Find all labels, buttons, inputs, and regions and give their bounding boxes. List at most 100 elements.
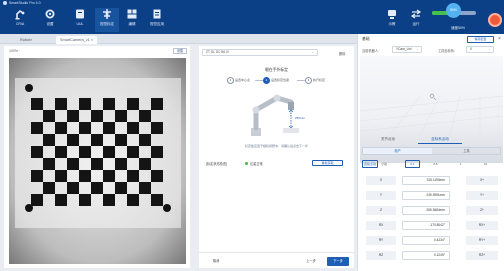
cancel-button[interactable]: 取消 [213, 258, 219, 263]
ry-minus-button[interactable]: RY [366, 236, 396, 245]
module-icon [76, 9, 84, 19]
robot-field-label: 当前机器人： [362, 49, 382, 53]
step-option[interactable]: 1 [453, 160, 468, 168]
step-connector [297, 80, 305, 81]
capture-button[interactable]: 采集 [173, 48, 187, 54]
rx-value: -170.8042° [402, 221, 450, 230]
continuous-jog-button[interactable]: 连续点动 [362, 160, 378, 168]
step-size-row: 连续点动 寸动 0.1 0.5 1 10 [362, 160, 501, 168]
tool-select[interactable]: 0 ⌄ [466, 46, 494, 53]
wizard-note: 标定板应置于相机视野中，请确认后点击下一步 [244, 144, 308, 148]
camera-panel: 100% · 采集 [4, 46, 190, 268]
toolbar-button-settings[interactable]: 设置 [38, 8, 62, 32]
ry-plus-button[interactable]: RY+ [466, 236, 498, 245]
x-plus-button[interactable]: X+ [466, 176, 498, 185]
app-logo-icon [3, 1, 7, 6]
config-select[interactable]: ZT GL DC B6 IV ⌄ [202, 49, 318, 56]
axis-row-ry: RY 0.4234° RY+ [358, 234, 504, 248]
toolbar-button-run[interactable]: 运行 [404, 8, 428, 32]
step-label: 寸动 [381, 162, 388, 166]
toolbar-button-vision-app[interactable]: 视觉应用 [145, 8, 169, 32]
y-plus-button[interactable]: Y+ [466, 191, 498, 200]
gear-icon [45, 9, 55, 19]
rz-minus-button[interactable]: RZ [366, 251, 396, 260]
segment-user[interactable]: 用户 [363, 148, 432, 154]
speed-knob[interactable]: 50% [446, 3, 461, 18]
toolbar-button-speed[interactable]: 速度50% [438, 20, 478, 34]
axis-row-rx: RX -170.8042° RX+ [358, 219, 504, 233]
3d-scene [360, 93, 503, 136]
next-button[interactable]: 下一步 [327, 257, 349, 266]
app-title: SmartStudio Pro 4.0 [3, 1, 41, 6]
tab-joint-jog[interactable]: 关节点动 [366, 135, 410, 144]
z-minus-button[interactable]: Z [366, 206, 396, 215]
toolbar-button-cria[interactable]: CRIA [8, 8, 32, 32]
tab-robot[interactable]: Robot× [16, 36, 36, 44]
jog-panel: 基础 保存配置 × 当前机器人： YCam_Uni ⌄ 工具坐标系： 0 ⌄ 关节点… [357, 34, 504, 271]
document-tabs: Robot× SmartCamera_v1 × [0, 34, 357, 44]
toolbar-button-edit[interactable]: 编辑 [120, 8, 144, 32]
x-minus-button[interactable]: X [366, 176, 396, 185]
camera-header: 100% · 采集 [4, 46, 190, 56]
chevron-down-icon: ⌄ [311, 50, 314, 54]
wizard-footer: 取消 上一步 下一步 [199, 252, 354, 266]
jog-mode-tabs: 关节点动 坐标系点动 [358, 135, 504, 144]
step-3[interactable]: 3 执行标定 [305, 76, 325, 84]
z-plus-button[interactable]: Z+ [466, 206, 498, 215]
axis-row-y: Y 245.3991mm Y+ [358, 189, 504, 203]
z-value: 265.3684mm [402, 206, 450, 215]
y-value: 245.3991mm [402, 191, 450, 200]
toolbar-button-uul[interactable]: UUL [68, 8, 92, 32]
step-option[interactable]: 0.1 [405, 160, 420, 168]
rz-value: 0.1245° [402, 251, 450, 260]
run-icon [410, 9, 422, 19]
robot-arm-illustration [251, 94, 299, 136]
segment-tool[interactable]: 工具 [432, 148, 501, 154]
axis-row-rz: RZ 0.1245° RZ+ [358, 249, 504, 263]
robot-icon [15, 9, 25, 20]
rz-plus-button[interactable]: RZ+ [466, 251, 498, 260]
toolbar-button-vision-calibration[interactable]: 视觉标定 [95, 8, 119, 32]
tab-smartcamera[interactable]: SmartCamera_v1 × [56, 36, 98, 44]
step-option[interactable]: 10 [478, 160, 493, 168]
coordinate-frame-toggle: 用户 工具 [362, 147, 501, 155]
grid-icon [127, 9, 137, 19]
robot-select[interactable]: YCam_Uni ⌄ [392, 46, 422, 53]
zoom-level[interactable]: 100% · [9, 49, 20, 53]
rx-minus-button[interactable]: RX [366, 221, 396, 230]
teach-icon [388, 10, 396, 19]
toolbar-button-teach[interactable]: 示教 [380, 8, 404, 32]
previous-button[interactable]: 上一步 [302, 258, 320, 265]
panel-title: 基础 [362, 37, 370, 41]
status-label: [标定状态检查] [206, 162, 227, 166]
step-option[interactable]: 0.5 [428, 160, 443, 168]
robot-diagram: 250mm [247, 88, 313, 140]
emergency-stop-button[interactable] [488, 13, 502, 27]
step-1[interactable]: 1 设置中心点 [227, 76, 250, 84]
wizard-title: 眼在手外标定 [265, 68, 288, 72]
step-2[interactable]: 2 设置标定位姿 [263, 76, 289, 84]
calibration-wizard-panel: ZT GL DC B6 IV ⌄ 删除 眼在手外标定 1 设置中心点 2 设置标定位姿… [199, 46, 354, 268]
calibration-icon [103, 9, 111, 19]
rx-plus-button[interactable]: RX+ [466, 221, 498, 230]
tool-field-label: 工具坐标系： [438, 49, 458, 53]
calibration-board-image [9, 58, 186, 264]
tab-coordinate-jog[interactable]: 坐标系点动 [418, 135, 462, 144]
save-config-button[interactable]: 保存配置 [467, 36, 494, 43]
delete-link[interactable]: 删除 [339, 51, 345, 56]
camera-image[interactable] [9, 58, 186, 264]
y-minus-button[interactable]: Y [366, 191, 396, 200]
axis-row-x: X 315.1190mm X+ [358, 174, 504, 188]
wizard-steps: 1 设置中心点 2 设置标定位姿 3 执行标定 [199, 76, 354, 84]
top-toolbar: SmartStudio Pro 4.0 CRIA 设置 UUL 视觉标定 编辑 … [0, 0, 504, 34]
document-icon [153, 9, 161, 19]
ry-value: 0.4234° [402, 236, 450, 245]
chevron-down-icon: ⌄ [488, 47, 491, 51]
distance-label: 250mm [295, 116, 306, 120]
reacquire-button[interactable]: 重新获取 [312, 160, 343, 166]
chevron-down-icon: ⌄ [416, 47, 419, 51]
close-icon[interactable]: × [498, 36, 501, 42]
step-connector [255, 80, 263, 81]
status-row: [标定状态检查] 位姿正常 重新获取 [206, 160, 351, 168]
x-value: 315.1190mm [402, 176, 450, 185]
